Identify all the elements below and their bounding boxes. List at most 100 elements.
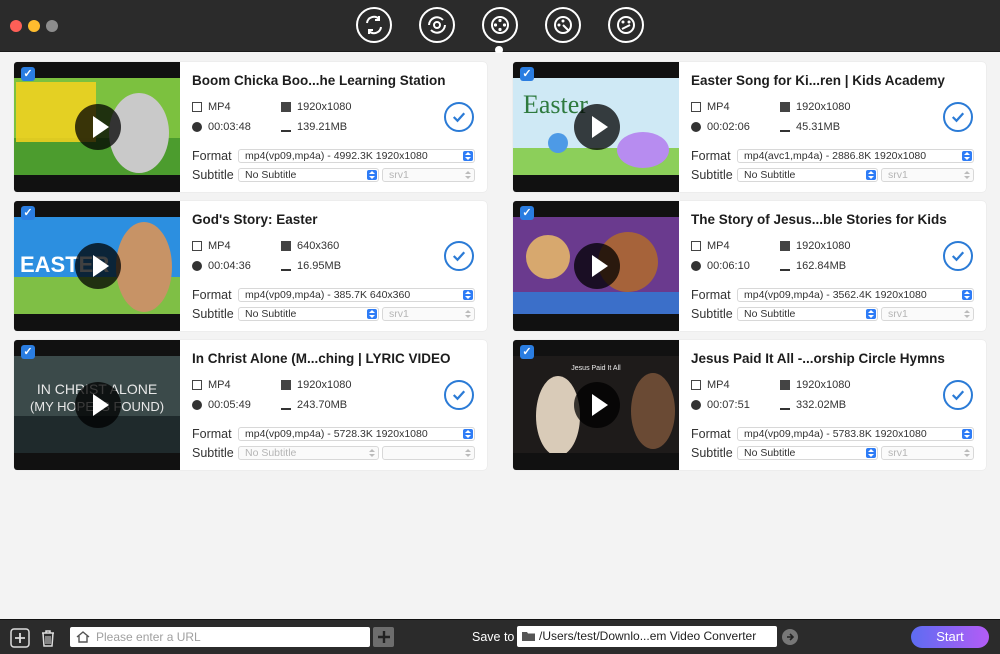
subtitle-select[interactable]: No Subtitle	[238, 307, 379, 321]
video-title: Easter Song for Ki...ren | Kids Academy	[691, 73, 945, 88]
play-icon[interactable]	[75, 104, 121, 150]
download-film-icon	[491, 16, 509, 34]
edit-film-icon	[554, 16, 572, 34]
format-select[interactable]: mp4(vp09,mp4a) - 4992.3K 1920x1080	[238, 149, 475, 163]
video-thumbnail[interactable]: Jesus Paid It All ✓	[513, 340, 679, 470]
format-select[interactable]: mp4(vp09,mp4a) - 5728.3K 1920x1080	[238, 427, 475, 441]
select-checkbox[interactable]: ✓	[21, 206, 35, 220]
clock-icon	[192, 261, 202, 271]
format-label: Format	[192, 149, 232, 163]
play-icon[interactable]	[75, 243, 121, 289]
subtitle-label: Subtitle	[691, 307, 733, 321]
resolution-info: 1920x1080	[780, 379, 850, 391]
subtitle-label: Subtitle	[691, 446, 733, 460]
subtitle-select[interactable]: No Subtitle	[238, 446, 379, 460]
download-list: ✓ Boom Chicka Boo...he Learning Station …	[0, 53, 1000, 619]
format-select[interactable]: mp4(vp09,mp4a) - 385.7K 640x360	[238, 288, 475, 302]
subtitle-select[interactable]: No Subtitle	[737, 168, 878, 182]
select-checkbox[interactable]: ✓	[21, 345, 35, 359]
subtitle-track-select[interactable]: srv1	[881, 446, 974, 460]
video-card: EASTER ✓ God's Story: Easter MP4 640x360…	[14, 201, 487, 331]
film-icon	[691, 241, 701, 251]
duration-info: 00:05:49	[192, 399, 251, 411]
play-icon[interactable]	[574, 243, 620, 289]
format-select[interactable]: mp4(vp09,mp4a) - 5783.8K 1920x1080	[737, 427, 974, 441]
duration-info: 00:02:06	[691, 121, 750, 133]
window-zoom-button[interactable]	[46, 20, 58, 32]
duration-value: 00:04:36	[208, 260, 251, 272]
select-arrow-icon	[367, 170, 377, 180]
container-value: MP4	[208, 240, 231, 252]
save-path-field[interactable]: /Users/test/Downlo...em Video Converter	[517, 626, 777, 647]
format-label: Format	[691, 427, 731, 441]
resolution-value: 1920x1080	[796, 379, 851, 391]
start-button[interactable]: Start	[911, 626, 989, 648]
resolution-info: 1920x1080	[780, 240, 850, 252]
format-select[interactable]: mp4(vp09,mp4a) - 3562.4K 1920x1080	[737, 288, 974, 302]
trash-icon[interactable]	[38, 628, 58, 648]
convert-tool-button[interactable]	[356, 7, 392, 43]
size-value: 45.31MB	[796, 121, 841, 133]
video-thumbnail[interactable]: IN CHRIST ALONE (MY HOPE IS FOUND) ✓	[14, 340, 180, 470]
video-card: IN CHRIST ALONE (MY HOPE IS FOUND) ✓ In …	[14, 340, 487, 470]
select-checkbox[interactable]: ✓	[520, 206, 534, 220]
sync-tool-button[interactable]	[419, 7, 455, 43]
download-icon	[780, 400, 790, 410]
select-checkbox[interactable]: ✓	[21, 67, 35, 81]
video-thumbnail[interactable]: Easter ✓	[513, 62, 679, 192]
size-value: 332.02MB	[796, 399, 847, 411]
select-arrow-icon	[962, 448, 972, 458]
duration-value: 00:02:06	[707, 121, 750, 133]
open-folder-button[interactable]	[782, 629, 798, 645]
resolution-value: 1920x1080	[796, 101, 851, 113]
subtitle-value: No Subtitle	[744, 169, 796, 181]
select-arrow-icon	[962, 151, 972, 161]
select-arrow-icon	[463, 151, 473, 161]
title-bar	[0, 0, 1000, 54]
completed-check-icon	[444, 241, 474, 271]
duration-value: 00:03:48	[208, 121, 251, 133]
format-select[interactable]: mp4(avc1,mp4a) - 2886.8K 1920x1080	[737, 149, 974, 163]
container-value: MP4	[208, 101, 231, 113]
video-card: ✓ Boom Chicka Boo...he Learning Station …	[14, 62, 487, 192]
video-thumbnail[interactable]: ✓	[513, 201, 679, 331]
download-icon	[780, 261, 790, 271]
container-info: MP4	[691, 101, 730, 113]
window-close-button[interactable]	[10, 20, 22, 32]
subtitle-value: No Subtitle	[245, 447, 297, 459]
add-icon[interactable]	[10, 628, 30, 648]
select-arrow-icon	[962, 429, 972, 439]
download-icon	[281, 261, 291, 271]
add-url-button[interactable]	[373, 627, 394, 647]
subtitle-track-select[interactable]: srv1	[382, 307, 475, 321]
subtitle-track-select[interactable]: srv1	[382, 168, 475, 182]
play-icon[interactable]	[574, 104, 620, 150]
film-icon	[192, 241, 202, 251]
subtitle-select[interactable]: No Subtitle	[737, 446, 878, 460]
toolbox-tool-button[interactable]	[608, 7, 644, 43]
format-value: mp4(avc1,mp4a) - 2886.8K 1920x1080	[744, 150, 927, 162]
play-icon[interactable]	[75, 382, 121, 428]
subtitle-track-select[interactable]: srv1	[881, 168, 974, 182]
select-checkbox[interactable]: ✓	[520, 345, 534, 359]
video-card: Easter ✓ Easter Song for Ki...ren | Kids…	[513, 62, 986, 192]
clock-icon	[192, 122, 202, 132]
play-icon[interactable]	[574, 382, 620, 428]
subtitle-select[interactable]: No Subtitle	[238, 168, 379, 182]
subtitle-track-select[interactable]: srv1	[881, 307, 974, 321]
url-input[interactable]: Please enter a URL	[70, 627, 370, 647]
download-tool-button[interactable]	[482, 7, 518, 43]
window-minimize-button[interactable]	[28, 20, 40, 32]
completed-check-icon	[943, 102, 973, 132]
subtitle-track-select[interactable]	[382, 446, 475, 460]
edit-tool-button[interactable]	[545, 7, 581, 43]
download-icon	[281, 122, 291, 132]
monitor-icon	[281, 102, 291, 112]
select-checkbox[interactable]: ✓	[520, 67, 534, 81]
video-thumbnail[interactable]: EASTER ✓	[14, 201, 180, 331]
video-thumbnail[interactable]: ✓	[14, 62, 180, 192]
film-icon	[691, 380, 701, 390]
plus-icon	[377, 631, 390, 643]
subtitle-select[interactable]: No Subtitle	[737, 307, 878, 321]
duration-info: 00:06:10	[691, 260, 750, 272]
